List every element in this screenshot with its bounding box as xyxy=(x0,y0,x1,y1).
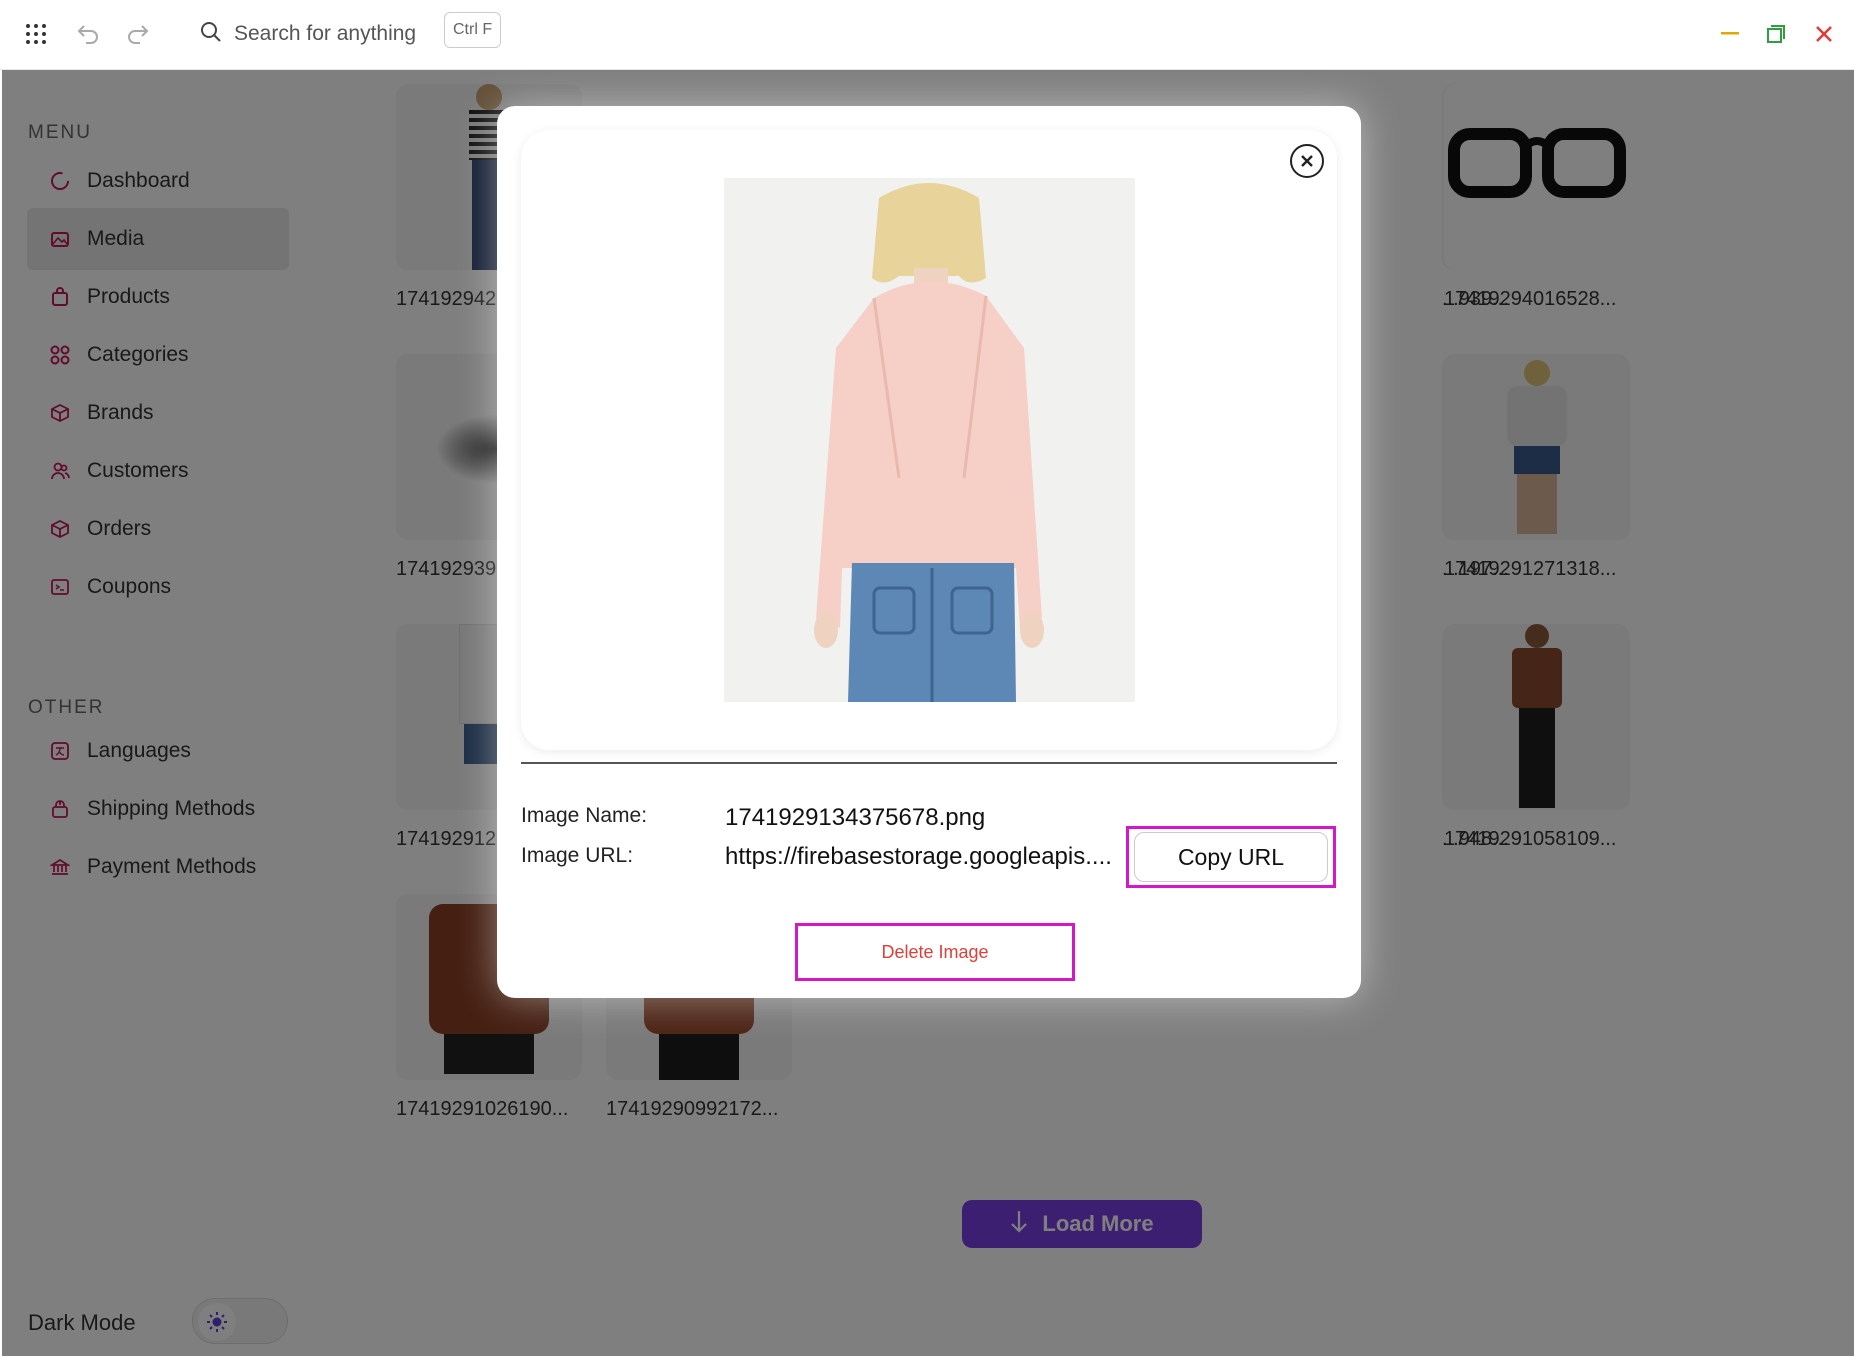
search-placeholder: Search for anything xyxy=(234,22,417,45)
minimize-icon[interactable] xyxy=(1712,16,1748,52)
image-url-value: https://firebasestorage.googleapis.... xyxy=(725,843,1112,870)
search-shortcut-badge: Ctrl F xyxy=(444,12,502,48)
image-name-value: 1741929134375678.png xyxy=(725,804,986,831)
divider xyxy=(521,762,1337,764)
delete-image-button[interactable]: Delete Image xyxy=(795,923,1075,981)
image-url-label: Image URL: xyxy=(521,844,634,867)
copy-url-button[interactable]: Copy URL xyxy=(1126,826,1336,888)
close-modal-button[interactable] xyxy=(1290,144,1324,178)
apps-grid-icon[interactable] xyxy=(16,14,56,54)
maximize-icon[interactable] xyxy=(1758,16,1794,52)
copy-url-label: Copy URL xyxy=(1134,832,1328,882)
image-preview xyxy=(724,178,1135,702)
search-icon xyxy=(200,21,222,48)
image-name-label: Image Name: xyxy=(521,804,648,827)
close-icon[interactable] xyxy=(1806,16,1842,52)
image-preview-panel xyxy=(521,130,1337,750)
undo-icon[interactable] xyxy=(68,14,108,54)
redo-icon[interactable] xyxy=(118,14,158,54)
image-details-modal: Image Name: 1741929134375678.png Image U… xyxy=(497,106,1361,998)
title-bar: Search for anything Ctrl F xyxy=(0,0,1854,70)
